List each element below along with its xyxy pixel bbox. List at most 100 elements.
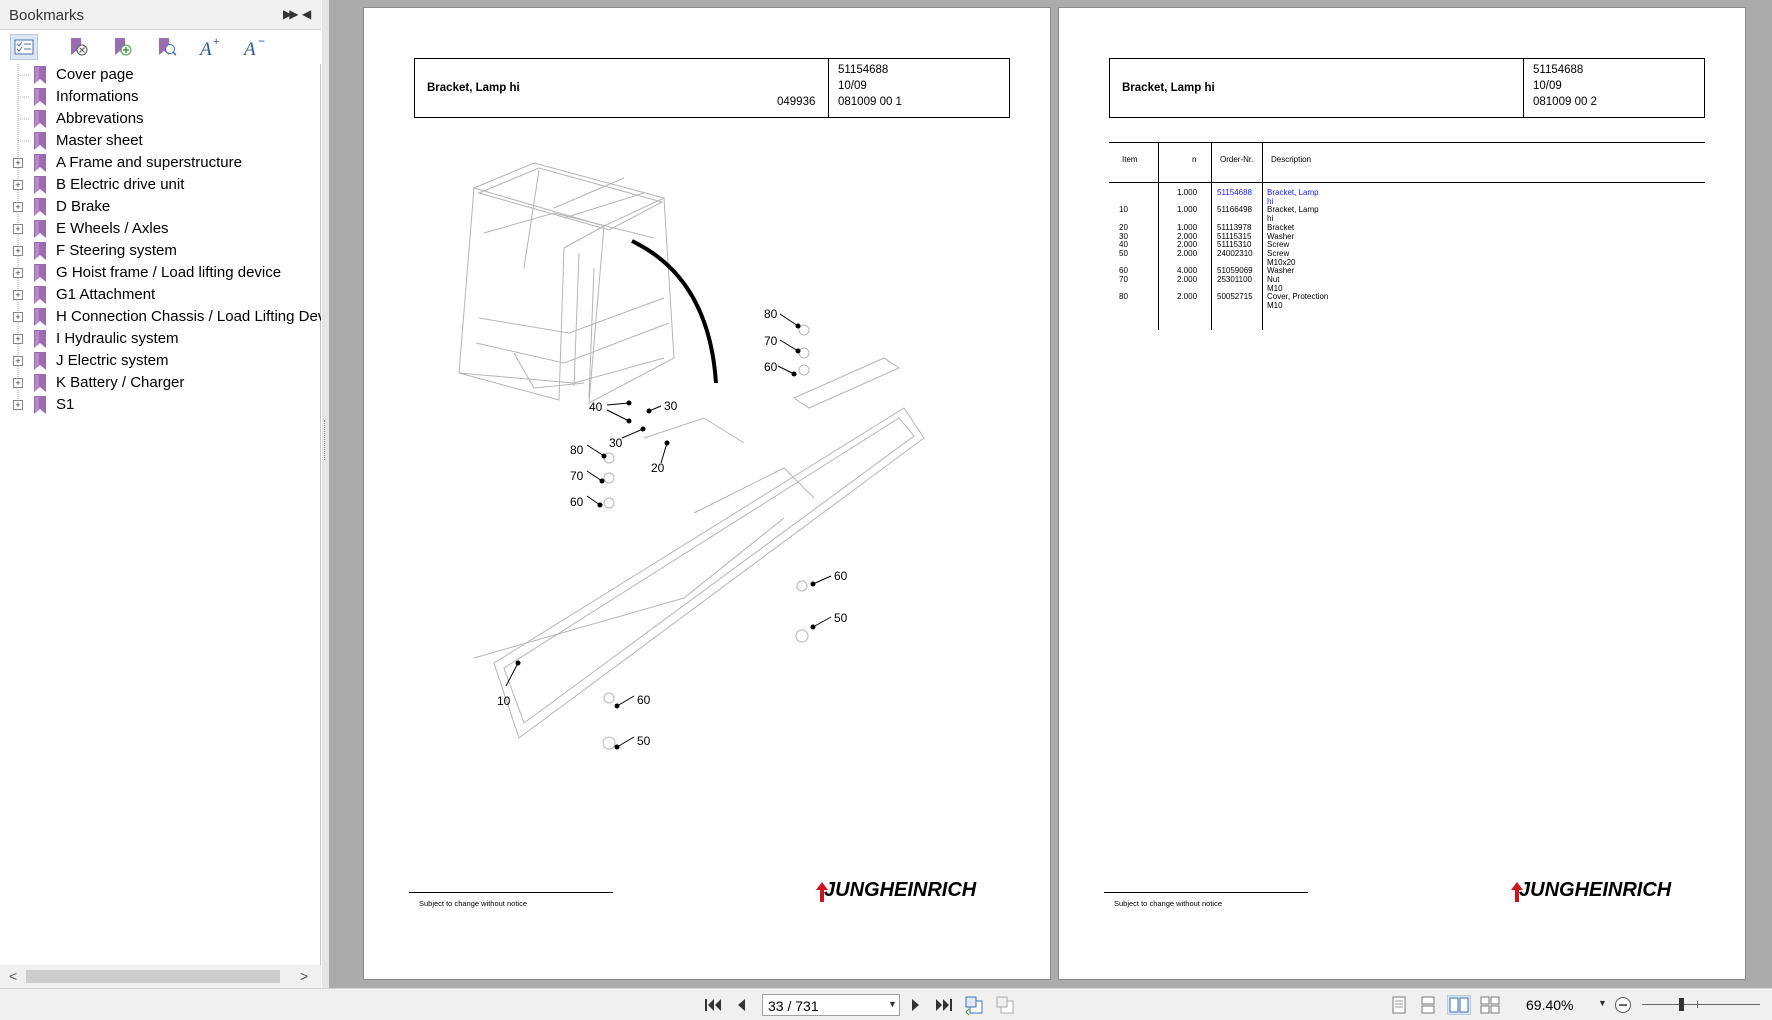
quantity: 2.000 [1177, 248, 1198, 258]
bookmark-options-button[interactable] [10, 34, 38, 60]
bookmark-item[interactable]: + A Frame and superstructure [0, 152, 321, 174]
expand-plus-icon[interactable]: + [13, 334, 23, 344]
bookmark-icon [34, 132, 46, 150]
bookmark-icon [34, 264, 46, 282]
single-page-button[interactable] [1390, 995, 1408, 1015]
next-page-button[interactable] [908, 995, 924, 1015]
bookmark-item[interactable]: + D Brake [0, 196, 321, 218]
bookmark-item[interactable]: + F Steering system [0, 240, 321, 262]
tree-connector [18, 140, 30, 142]
increase-font-button[interactable]: A + [196, 34, 224, 60]
part-number: 51154688 [1533, 64, 1584, 76]
bookmark-item[interactable]: + B Electric drive unit [0, 174, 321, 196]
zoom-out-icon [1615, 997, 1631, 1013]
bookmark-item[interactable]: + G1 Attachment [0, 284, 321, 306]
part-number: 51154688 [838, 64, 889, 76]
bookmark-item[interactable]: Informations [0, 86, 321, 108]
panel-splitter[interactable] [322, 0, 329, 988]
bookmark-item[interactable]: + K Battery / Charger [0, 372, 321, 394]
expand-plus-icon[interactable]: + [13, 158, 23, 168]
checklist-icon [14, 39, 34, 55]
bookmark-label: D Brake [56, 198, 111, 215]
facing-pages-button[interactable] [1447, 995, 1471, 1015]
description[interactable]: hi [1267, 197, 1273, 206]
description: Bracket, Lamp [1267, 205, 1319, 215]
svg-text:−: − [258, 36, 265, 48]
description: Washer [1267, 266, 1295, 276]
expand-plus-icon[interactable]: + [13, 378, 23, 388]
page-number-value: 33 / 731 [768, 998, 819, 1014]
bookmark-icon [34, 330, 46, 348]
single-page-icon [1392, 996, 1406, 1014]
find-bookmark-button[interactable] [152, 34, 180, 60]
page-number-field[interactable]: 33 / 731 ▼ [762, 994, 900, 1016]
zoom-dropdown-icon[interactable]: ▼ [1598, 998, 1607, 1008]
bookmark-label: Abbrevations [56, 110, 144, 127]
chevron-down-icon[interactable]: ▼ [888, 999, 897, 1009]
bookmark-item[interactable]: + H Connection Chassis / Load Lifting Dev… [0, 306, 321, 328]
collapse-panel-icon[interactable]: ◀ [302, 7, 311, 21]
expand-plus-icon[interactable]: + [13, 246, 23, 256]
zoom-level[interactable]: 69.40% [1526, 997, 1573, 1013]
previous-view-button[interactable] [963, 995, 985, 1015]
bookmark-item[interactable]: Abbrevations [0, 108, 321, 130]
expand-plus-icon[interactable]: + [13, 202, 23, 212]
callout-label: 60 [764, 360, 778, 374]
continuous-facing-button[interactable] [1479, 995, 1501, 1015]
callout-label: 50 [637, 734, 651, 748]
expand-plus-icon[interactable]: + [13, 400, 23, 410]
zoom-slider-thumb[interactable] [1679, 998, 1684, 1011]
add-bookmark-button[interactable] [108, 34, 136, 60]
bookmark-item[interactable]: + I Hydraulic system [0, 328, 321, 350]
bookmark-icon [34, 176, 46, 194]
svg-text:+: + [213, 36, 219, 48]
zoom-out-button[interactable] [1613, 995, 1633, 1015]
expand-panel-icon[interactable]: ▶▶ [283, 7, 299, 21]
page-title: Bracket, Lamp hi [1122, 82, 1215, 94]
expand-plus-icon[interactable]: + [13, 312, 23, 322]
quantity: 2.000 [1177, 275, 1198, 284]
order-number[interactable]: 51154688 [1217, 188, 1252, 197]
delete-bookmark-button[interactable] [64, 34, 92, 60]
scrollbar-thumb[interactable] [26, 970, 280, 983]
drawing-code: 049936 [777, 96, 816, 108]
first-page-button[interactable] [703, 995, 723, 1015]
bookmark-item[interactable]: Master sheet [0, 130, 321, 152]
quantity: 2.000 [1177, 240, 1198, 250]
description: hi [1267, 214, 1274, 224]
order-number: 24002310 [1217, 248, 1253, 258]
bookmark-item[interactable]: + E Wheels / Axles [0, 218, 321, 240]
last-page-button[interactable] [934, 995, 954, 1015]
expand-plus-icon[interactable]: + [13, 268, 23, 278]
expand-plus-icon[interactable]: + [13, 290, 23, 300]
footer-note: Subject to change without notice [1114, 899, 1222, 908]
find-bookmark-icon [159, 38, 177, 56]
bookmark-icon [34, 308, 46, 326]
page-right: Bracket, Lamp hi 51154688 10/09 081009 0… [1058, 7, 1746, 980]
callout-label: 80 [570, 443, 584, 457]
expand-plus-icon[interactable]: + [13, 356, 23, 366]
expand-plus-icon[interactable]: + [13, 224, 23, 234]
bookmark-icon [34, 88, 46, 106]
callout-label: 30 [664, 399, 678, 413]
callout-label: 70 [570, 469, 584, 483]
bookmark-item[interactable]: + J Electric system [0, 350, 321, 372]
revision-date: 10/09 [838, 80, 867, 92]
item-number: 10 [1119, 205, 1128, 215]
scroll-right-icon[interactable]: > [300, 968, 308, 984]
bookmark-item[interactable]: + G Hoist frame / Load lifting device [0, 262, 321, 284]
decrease-font-button[interactable]: A − [240, 34, 268, 60]
previous-page-button[interactable] [733, 995, 749, 1015]
description[interactable]: Bracket, Lamp [1267, 188, 1319, 197]
item-number: 40 [1119, 240, 1128, 250]
quantity: 2.000 [1177, 231, 1198, 241]
bookmark-item[interactable]: Cover page [0, 64, 321, 86]
expand-plus-icon[interactable]: + [13, 180, 23, 190]
continuous-page-button[interactable] [1419, 995, 1437, 1015]
zoom-slider-track[interactable] [1642, 1004, 1760, 1005]
horizontal-scrollbar[interactable]: < > [0, 965, 321, 988]
next-view-button[interactable] [994, 995, 1016, 1015]
bookmark-item[interactable]: + S1 [0, 394, 321, 416]
last-page-icon [936, 999, 952, 1011]
scroll-left-icon[interactable]: < [9, 968, 17, 984]
